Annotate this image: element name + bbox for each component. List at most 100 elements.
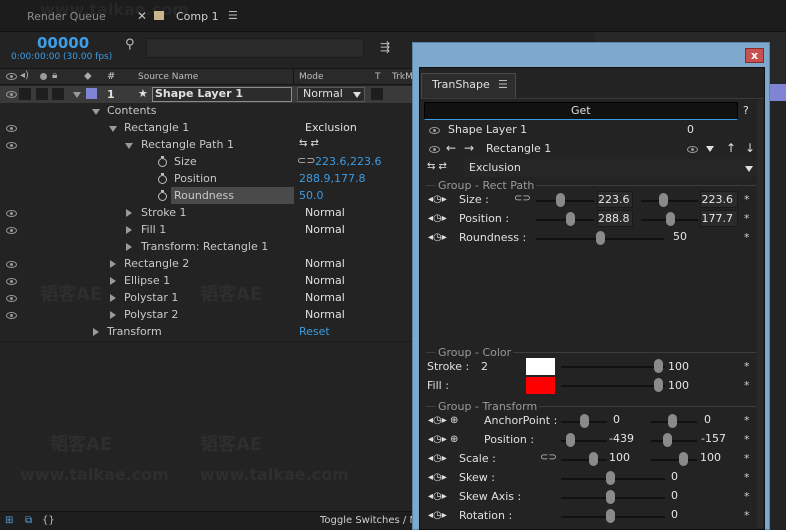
layer-t-box[interactable] bbox=[371, 88, 383, 100]
polystar1-visibility-icon[interactable] bbox=[6, 295, 17, 302]
stroke-opacity-knob[interactable] bbox=[654, 359, 663, 373]
scale-x-field[interactable]: 100 bbox=[609, 450, 634, 467]
fill-opacity-slider[interactable] bbox=[561, 385, 665, 387]
layer-lock-box[interactable] bbox=[52, 88, 64, 100]
fill1-mode[interactable]: Normal bbox=[305, 223, 345, 237]
prev-shape-icon[interactable]: ← bbox=[446, 141, 456, 155]
roundness-value[interactable]: 50.0 bbox=[299, 189, 324, 203]
layer-name[interactable]: Shape Layer 1 bbox=[155, 87, 243, 101]
panel-scrollbar[interactable] bbox=[757, 100, 763, 528]
size-link-icon[interactable]: ⊂⊃ bbox=[514, 192, 531, 206]
search-icon[interactable]: ⚲ bbox=[125, 38, 135, 52]
layer-visibility-icon[interactable] bbox=[6, 91, 17, 98]
ellipse1-expand-icon[interactable] bbox=[110, 277, 116, 285]
tposition-keyframe-nav-icon[interactable]: ◂◷▸ ⊕ bbox=[428, 433, 458, 447]
polystar1-mode[interactable]: Normal bbox=[305, 291, 345, 305]
tposition-star[interactable]: * bbox=[744, 433, 750, 446]
position-x-field[interactable]: 288.8 bbox=[597, 210, 633, 227]
brackets-icon[interactable]: {} bbox=[42, 514, 55, 528]
scale-x-slider[interactable] bbox=[561, 459, 607, 461]
stroke-color-swatch[interactable] bbox=[526, 358, 555, 375]
scale-keyframe-nav-icon[interactable]: ◂◷▸ bbox=[428, 452, 447, 466]
rotation-star[interactable]: * bbox=[744, 509, 750, 522]
panel-layer-eye-icon[interactable] bbox=[429, 127, 440, 134]
fill1-expand-icon[interactable] bbox=[126, 226, 132, 234]
skewaxis-star[interactable]: * bbox=[744, 490, 750, 503]
fill-opacity-knob[interactable] bbox=[654, 378, 663, 392]
ellipse1-visibility-icon[interactable] bbox=[6, 278, 17, 285]
stroke-opacity-field[interactable]: 100 bbox=[668, 359, 692, 376]
layer-label-color[interactable] bbox=[86, 88, 97, 99]
anchor-keyframe-nav-icon[interactable]: ◂◷▸ ⊕ bbox=[428, 414, 458, 428]
scale-y-knob[interactable] bbox=[679, 452, 688, 466]
skew-knob[interactable] bbox=[606, 471, 615, 485]
layer-mode-dropdown-icon[interactable] bbox=[353, 92, 361, 98]
anchor-y-field[interactable]: 0 bbox=[700, 412, 738, 429]
rect2-mode[interactable]: Normal bbox=[305, 257, 345, 271]
anchor-star[interactable]: * bbox=[744, 414, 750, 427]
fill-star[interactable]: * bbox=[744, 379, 750, 392]
path-direction-icons[interactable]: ⇆ ⇄ bbox=[427, 160, 447, 174]
contents-expand-icon[interactable] bbox=[92, 109, 100, 115]
anchor-x-knob[interactable] bbox=[580, 414, 589, 428]
blend-mode-dropdown-icon[interactable] bbox=[745, 166, 753, 172]
rect1-visibility-icon[interactable] bbox=[6, 125, 17, 132]
stroke-width[interactable]: 2 bbox=[481, 360, 488, 374]
polystar1-label[interactable]: Polystar 1 bbox=[124, 291, 178, 305]
contents-label[interactable]: Contents bbox=[107, 104, 156, 118]
scale-x-knob[interactable] bbox=[589, 452, 598, 466]
roundness-stopwatch-icon[interactable] bbox=[158, 190, 167, 201]
col-source-name[interactable]: Source Name bbox=[138, 70, 198, 84]
search-input[interactable] bbox=[146, 38, 364, 58]
rotation-keyframe-nav-icon[interactable]: ◂◷▸ bbox=[428, 509, 447, 523]
position-y-field[interactable]: 177.7 bbox=[700, 210, 738, 227]
size-y-knob[interactable] bbox=[659, 193, 668, 207]
ellipse1-mode[interactable]: Normal bbox=[305, 274, 345, 288]
size-value[interactable]: 223.6,223.6 bbox=[315, 155, 381, 169]
scale-star[interactable]: * bbox=[744, 452, 750, 465]
rect2-expand-icon[interactable] bbox=[110, 260, 116, 268]
fill-color-swatch[interactable] bbox=[526, 377, 555, 394]
size-x-field[interactable]: 223.6 bbox=[597, 191, 633, 208]
tposition-y-slider[interactable] bbox=[651, 440, 697, 442]
polystar2-label[interactable]: Polystar 2 bbox=[124, 308, 178, 322]
fill1-label[interactable]: Fill 1 bbox=[141, 223, 166, 237]
shape-dropdown-icon[interactable] bbox=[706, 146, 714, 152]
position-value[interactable]: 288.9,177.8 bbox=[299, 172, 365, 186]
path-direction-icon[interactable]: ⇆ ⇄ bbox=[299, 137, 319, 151]
rect2-visibility-icon[interactable] bbox=[6, 261, 17, 268]
roundness-keyframe-nav-icon[interactable]: ◂◷▸ bbox=[428, 231, 447, 245]
tposition-x-knob[interactable] bbox=[566, 433, 575, 447]
ellipse1-label[interactable]: Ellipse 1 bbox=[124, 274, 170, 288]
stroke1-mode[interactable]: Normal bbox=[305, 206, 345, 220]
rect1-expand-icon[interactable] bbox=[109, 126, 117, 132]
polystar2-visibility-icon[interactable] bbox=[6, 312, 17, 319]
panel-menu-icon[interactable]: ☰ bbox=[498, 78, 508, 92]
move-up-icon[interactable]: ↑ bbox=[726, 141, 736, 155]
transform-label[interactable]: Transform bbox=[107, 325, 162, 339]
transform-expand-icon[interactable] bbox=[93, 328, 99, 336]
size-y-field[interactable]: 223.6 bbox=[700, 191, 738, 208]
anchor-x-field[interactable]: 0 bbox=[609, 412, 649, 429]
layer-mode[interactable]: Normal bbox=[303, 87, 343, 101]
rect-path-visibility-icon[interactable] bbox=[6, 142, 17, 149]
position-keyframe-nav-icon[interactable]: ◂◷▸ bbox=[428, 212, 447, 226]
fill-opacity-field[interactable]: 100 bbox=[668, 378, 692, 395]
position-stopwatch-icon[interactable] bbox=[158, 173, 167, 184]
comp-flow-icon[interactable]: ⇶ bbox=[380, 40, 390, 54]
roundness-knob[interactable] bbox=[596, 231, 605, 245]
toggle-switches[interactable]: Toggle Switches / M bbox=[320, 514, 418, 528]
window-close-button[interactable]: x bbox=[745, 48, 764, 63]
tposition-y-field[interactable]: -157 bbox=[700, 431, 730, 448]
polystar1-expand-icon[interactable] bbox=[110, 294, 116, 302]
skewaxis-keyframe-nav-icon[interactable]: ◂◷▸ bbox=[428, 490, 447, 504]
skewaxis-knob[interactable] bbox=[606, 490, 615, 504]
shape-visibility-icon[interactable] bbox=[687, 146, 698, 153]
scale-y-slider[interactable] bbox=[651, 459, 697, 461]
comp-settings-icon[interactable]: ⊞ bbox=[5, 514, 13, 528]
help-button[interactable]: ? bbox=[743, 104, 749, 118]
layer-expand-icon[interactable] bbox=[73, 92, 81, 98]
stroke-opacity-slider[interactable] bbox=[561, 366, 665, 368]
next-shape-icon[interactable]: → bbox=[464, 141, 474, 155]
layer-audio-box[interactable] bbox=[19, 88, 31, 100]
